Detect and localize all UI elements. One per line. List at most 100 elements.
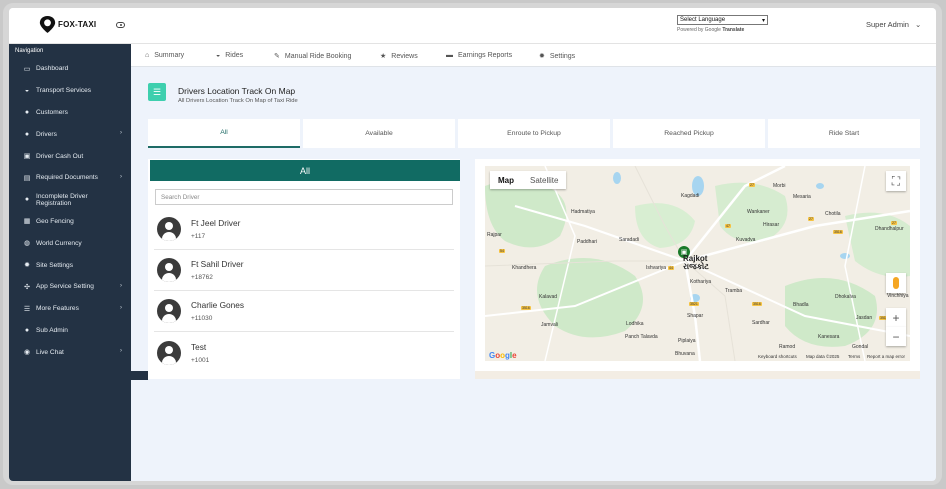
place-label: Rajpar	[487, 232, 502, 238]
dashboard-icon: ▭	[23, 65, 31, 73]
place-label: Bhadla	[793, 302, 809, 308]
page-header: ☰ Drivers Location Track On Map All Driv…	[148, 83, 298, 104]
language-select-label: Select Language	[680, 17, 726, 23]
place-label: Vinchhiya	[887, 293, 909, 299]
list-item[interactable]: Ft Sahil Driver +18762	[154, 250, 454, 291]
street-view-pegman-icon[interactable]	[886, 273, 906, 293]
fullscreen-icon[interactable]: ⛶	[886, 171, 906, 191]
sidebar-item-geo-fencing[interactable]: ▦ Geo Fencing	[9, 211, 131, 233]
place-label: Wankaner	[747, 209, 770, 215]
place-label: Piplaiya	[678, 338, 696, 344]
avatar	[157, 340, 181, 365]
user-name: Super Admin	[866, 20, 909, 29]
sidebar-toggle-icon[interactable]	[116, 22, 125, 28]
place-label: Kalavad	[539, 294, 558, 300]
avatar	[157, 299, 181, 323]
sidebar-item-transport-services[interactable]: ◒ Transport Services	[9, 80, 131, 102]
app-logo[interactable]: FOX-TAXI	[39, 15, 96, 34]
avatar	[157, 217, 181, 241]
tab-all[interactable]: All	[148, 119, 300, 148]
sidebar-item-driver-cash-out[interactable]: ▣ Driver Cash Out	[9, 145, 131, 167]
language-select[interactable]: Select Language ▾	[677, 15, 768, 25]
highway-marker: 27	[749, 183, 755, 187]
satellite-view-button[interactable]: Satellite	[522, 171, 566, 189]
money-icon: ▬	[446, 52, 453, 59]
sidebar-item-more-features[interactable]: ☰ More Features ›	[9, 298, 131, 320]
globe-icon: ◍	[23, 240, 31, 248]
user-add-icon: ●	[24, 196, 30, 204]
city-label-local: રાજકોટ	[683, 262, 709, 271]
powered-by-google: Powered by Google Translate	[677, 27, 745, 33]
subnav-summary[interactable]: ⌂ Summary	[145, 52, 184, 59]
driver-name: Test	[191, 341, 207, 352]
highway-marker: 3516	[521, 306, 531, 310]
terms-link[interactable]: Terms	[848, 354, 860, 359]
sidebar: Navigation ▭ Dashboard ◒ Transport Service…	[9, 44, 131, 481]
place-label: Tramba	[725, 288, 743, 294]
map-view-button[interactable]: Map	[490, 171, 522, 189]
sidebar-item-live-chat[interactable]: ◉ Live Chat ›	[9, 341, 131, 363]
highway-marker: 44	[668, 266, 674, 270]
wrench-icon: ✣	[24, 283, 30, 291]
highway-marker: 27	[891, 221, 897, 225]
tab-ride-start[interactable]: Ride Start	[768, 119, 920, 148]
subnav-manual-ride-booking[interactable]: ✎ Manual Ride Booking	[274, 52, 351, 61]
place-label: Bhuvana	[675, 351, 695, 357]
chevron-right-icon: ›	[120, 282, 122, 289]
driver-map[interactable]: Kagdadi Mesaria Morbi Chotila Wankaner H…	[485, 166, 910, 361]
list-item[interactable]: Test +1001	[154, 332, 454, 373]
tab-reached-pickup[interactable]: Reached Pickup	[613, 119, 765, 148]
location-pin-icon	[39, 16, 56, 33]
zoom-out-button[interactable]: −	[886, 327, 906, 346]
cash-icon: ▣	[23, 153, 31, 161]
admin-icon: ●	[24, 326, 30, 334]
place-label: Lodhika	[626, 321, 644, 327]
tab-available[interactable]: Available	[303, 119, 455, 148]
logo-text: FOX-TAXI	[58, 20, 97, 29]
sidebar-item-site-settings[interactable]: ✹ Site Settings	[9, 254, 131, 276]
sidebar-item-world-currency[interactable]: ◍ World Currency	[9, 232, 131, 254]
tab-enroute-to-pickup[interactable]: Enroute to Pickup	[458, 119, 610, 148]
driver-icon: ●	[24, 130, 30, 138]
app-screen: FOX-TAXI Select Language ▾ Powered by Go…	[9, 8, 936, 481]
subnav-reviews[interactable]: ★ Reviews	[380, 52, 418, 61]
car-icon: ◒	[24, 87, 30, 95]
sidebar-item-drivers[interactable]: ● Drivers ›	[9, 123, 131, 145]
language-selector: Select Language ▾ Powered by Google Tran…	[677, 15, 768, 33]
driver-phone: +18762	[191, 274, 213, 281]
place-label: Mesaria	[793, 194, 811, 200]
subnav-rides[interactable]: ◒ Rides	[216, 52, 243, 59]
driver-list-title: All	[150, 160, 460, 181]
place-label: Saradadi	[619, 237, 640, 243]
sidebar-item-app-service-setting[interactable]: ✣ App Service Setting ›	[9, 276, 131, 298]
device-frame: FOX-TAXI Select Language ▾ Powered by Go…	[3, 3, 942, 485]
keyboard-shortcuts-link[interactable]: Keyboard shortcuts	[758, 354, 797, 359]
chevron-right-icon: ›	[120, 304, 122, 311]
sidebar-item-incomplete-driver-registration[interactable]: ● Incomplete Driver Registration	[9, 189, 131, 211]
place-label: Ramod	[779, 344, 796, 350]
edit-icon: ✎	[274, 53, 280, 60]
highway-marker: 47	[725, 224, 731, 228]
sidebar-item-dashboard[interactable]: ▭ Dashboard	[9, 58, 131, 80]
sidebar-item-customers[interactable]: ● Customers	[9, 102, 131, 124]
translate-link[interactable]: Translate	[722, 27, 744, 33]
list-item[interactable]: Charlie Gones +11030	[154, 291, 454, 332]
driver-name: Charlie Gones	[191, 300, 245, 310]
user-menu[interactable]: Super Admin ⌄	[866, 20, 921, 29]
subnav-earnings-reports[interactable]: ▬ Earnings Reports	[446, 52, 512, 59]
place-label: Hirasar	[763, 222, 780, 228]
zoom-in-button[interactable]: +	[886, 308, 906, 327]
search-driver-input[interactable]: Search Driver	[155, 189, 453, 205]
report-map-error-link[interactable]: Report a map error	[867, 354, 905, 359]
google-text: Google	[704, 27, 721, 33]
place-label: Jamvali	[541, 322, 558, 328]
place-label: Dhokalva	[835, 294, 856, 300]
subnav-settings[interactable]: ✹ Settings	[539, 52, 575, 61]
sidebar-item-sub-admin[interactable]: ● Sub Admin	[9, 320, 131, 342]
list-item[interactable]: Ft Jeel Driver +117	[154, 209, 454, 250]
sidebar-item-required-documents[interactable]: ▤ Required Documents ›	[9, 167, 131, 189]
google-logo: Google	[489, 351, 517, 360]
place-label: Khandhera	[512, 265, 537, 271]
highway-marker: 3516	[833, 230, 843, 234]
driver-name: Ft Sahil Driver	[191, 259, 244, 269]
